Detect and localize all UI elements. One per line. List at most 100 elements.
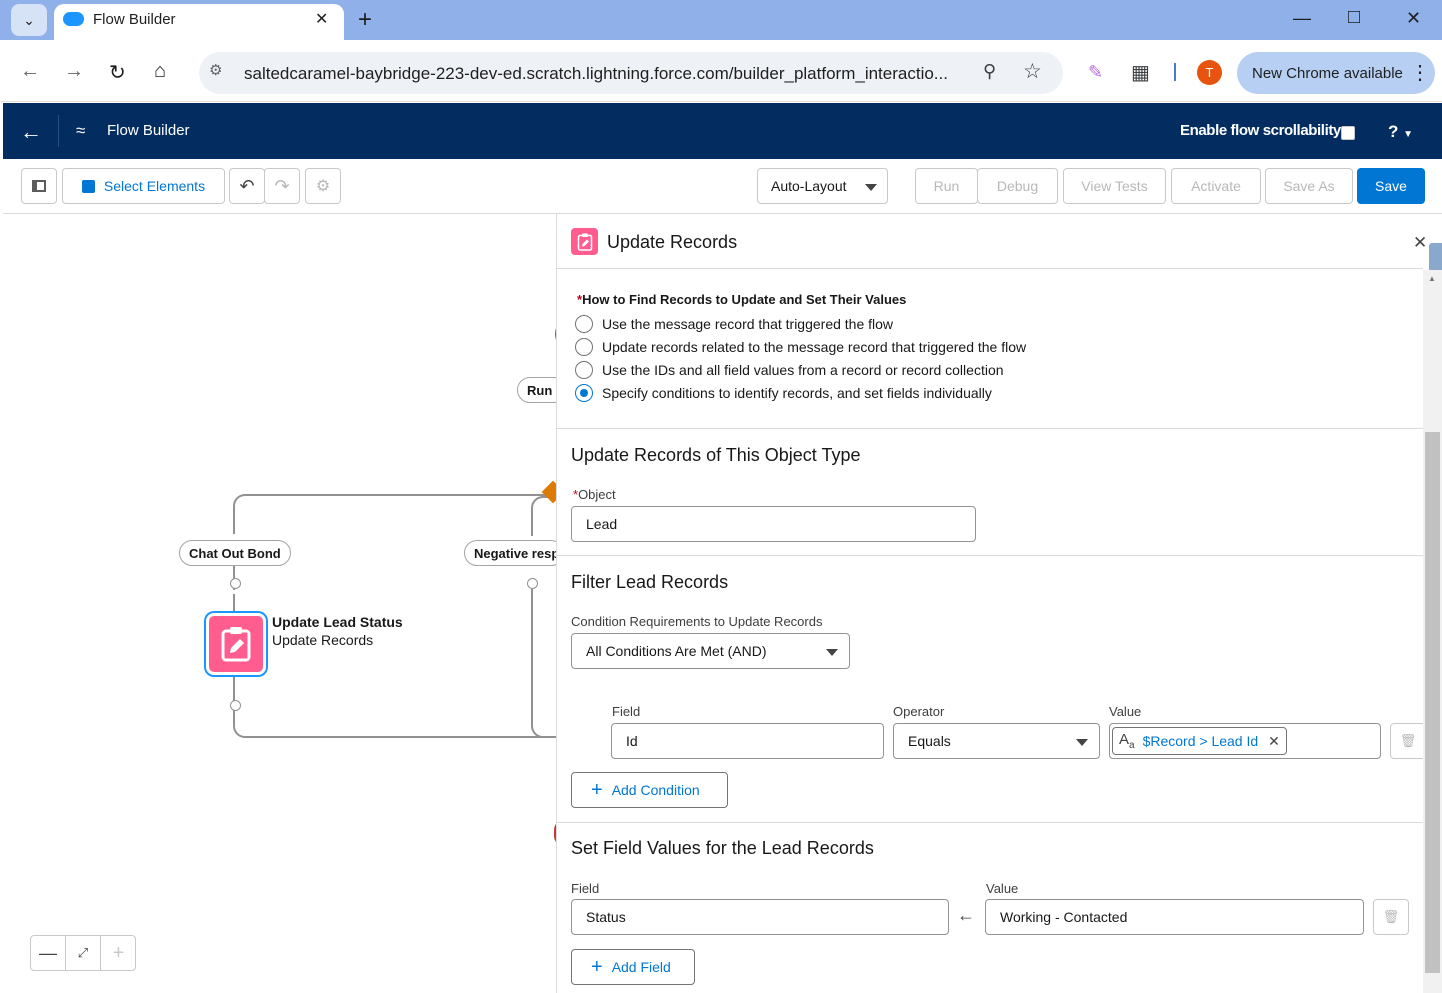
panel-icon	[32, 180, 46, 192]
help-menu[interactable]: ? ▼	[1388, 122, 1413, 142]
update-records-node[interactable]	[206, 613, 266, 675]
chevron-down-icon	[865, 184, 877, 191]
radio-option-message-record[interactable]: Use the message record that triggered th…	[575, 315, 893, 333]
site-info-icon[interactable]: ⚙	[209, 61, 231, 83]
zoom-controls: — ⤢ +	[30, 935, 136, 971]
scroll-up-icon[interactable]: ▲	[1428, 274, 1436, 283]
filter-section-heading: Filter Lead Records	[571, 572, 729, 592]
toggle-panel-button[interactable]	[21, 168, 57, 204]
chrome-update-button[interactable]: New Chrome available	[1237, 52, 1435, 94]
forward-icon[interactable]: →	[64, 60, 84, 83]
branch-label-chat-out-bond[interactable]: Chat Out Bond	[179, 540, 291, 566]
radio-option-ids[interactable]: Use the IDs and all field values from a …	[575, 361, 1004, 379]
zoom-out-button[interactable]: —	[31, 936, 66, 970]
undo-icon: ↶	[239, 175, 255, 196]
branch-label-negative[interactable]: Negative resp	[464, 540, 564, 566]
resource-pill[interactable]: Aa $Record > Lead Id ✕	[1112, 727, 1287, 755]
section-divider	[557, 822, 1423, 823]
condition-operator-label: Operator	[893, 704, 945, 719]
radio-button[interactable]	[575, 338, 593, 356]
panel-close-icon[interactable]: ✕	[1413, 233, 1427, 253]
object-label: *Object	[573, 487, 616, 502]
set-value-label: Value	[986, 881, 1019, 896]
url-text[interactable]: saltedcaramel-baybridge-223-dev-ed.scrat…	[244, 64, 948, 84]
activate-button[interactable]: Activate	[1171, 168, 1261, 204]
scrollability-checkbox[interactable]	[1341, 126, 1355, 140]
condition-field-label: Field	[612, 704, 641, 719]
tab-search-chevron-icon[interactable]: ⌄	[11, 4, 47, 36]
flow-builder-logo-icon: ≈	[76, 121, 86, 140]
radio-label: Use the IDs and all field values from a …	[602, 362, 1004, 378]
profile-avatar[interactable]: T	[1197, 60, 1222, 85]
kebab-menu-icon[interactable]: ⋮	[1410, 60, 1430, 85]
maximize-icon[interactable]: □	[1348, 6, 1360, 29]
pen-icon[interactable]: ✎	[1088, 62, 1103, 83]
help-icon: ?	[1388, 122, 1399, 141]
save-button[interactable]: Save	[1357, 168, 1425, 204]
flow-canvas[interactable]	[3, 214, 575, 993]
set-field-input[interactable]: Status	[571, 899, 949, 935]
radio-button[interactable]	[575, 315, 593, 333]
remove-pill-icon[interactable]: ✕	[1268, 733, 1280, 750]
save-as-button[interactable]: Save As	[1265, 168, 1353, 204]
zoom-in-button[interactable]: +	[101, 936, 136, 970]
trash-icon: 🗑	[1399, 733, 1417, 748]
layout-select[interactable]: Auto-Layout	[757, 168, 888, 204]
panel-side-tab[interactable]	[1429, 243, 1442, 272]
chevron-down-icon	[826, 649, 838, 656]
zoom-icon[interactable]: ⚲	[983, 61, 996, 82]
select-elements-button[interactable]: Select Elements	[62, 168, 225, 204]
connector-dot[interactable]	[230, 700, 241, 711]
debug-button[interactable]: Debug	[977, 168, 1058, 204]
radio-option-related-records[interactable]: Update records related to the message re…	[575, 338, 1026, 356]
condition-field-input[interactable]: Id	[611, 723, 884, 759]
app-title: Flow Builder	[107, 122, 190, 139]
radio-label: Specify conditions to identify records, …	[602, 385, 992, 401]
undo-button[interactable]: ↶	[229, 168, 265, 204]
condition-requirements-select[interactable]: All Conditions Are Met (AND)	[571, 633, 850, 669]
tab-close-icon[interactable]: ✕	[315, 9, 328, 29]
redo-icon: ↷	[274, 175, 290, 196]
node-title: Update Lead Status	[272, 614, 403, 630]
run-button[interactable]: Run	[915, 168, 978, 204]
reload-icon[interactable]: ↻	[109, 60, 126, 85]
condition-operator-select[interactable]: Equals	[893, 723, 1100, 759]
add-condition-label: Add Condition	[611, 782, 700, 798]
toolbar-separator	[1174, 63, 1176, 81]
set-values-section-heading: Set Field Values for the Lead Records	[571, 838, 874, 858]
extensions-icon[interactable]: ▦	[1131, 60, 1150, 85]
back-arrow-icon[interactable]: ←	[20, 119, 42, 145]
set-value-input[interactable]: Working - Contacted	[985, 899, 1364, 935]
window-close-icon[interactable]: ✕	[1406, 8, 1421, 29]
new-tab-plus-icon[interactable]: +	[358, 6, 372, 34]
connector-dot[interactable]	[230, 578, 241, 589]
add-field-button[interactable]: + Add Field	[571, 949, 695, 985]
minimize-icon[interactable]: —	[1293, 8, 1311, 29]
text-type-icon: Aa	[1119, 731, 1135, 751]
fit-view-icon[interactable]: ⤢	[66, 936, 101, 970]
bookmark-star-icon[interactable]: ☆	[1023, 59, 1042, 84]
home-icon[interactable]: ⌂	[154, 60, 166, 83]
update-records-icon	[571, 228, 598, 255]
radio-label: Use the message record that triggered th…	[602, 316, 894, 332]
merge-connector-right	[531, 589, 556, 738]
branch-connector-top	[233, 494, 556, 534]
delete-condition-button[interactable]: 🗑	[1390, 723, 1426, 759]
connector-dot[interactable]	[527, 578, 538, 589]
view-tests-button[interactable]: View Tests	[1063, 168, 1166, 204]
object-input[interactable]: Lead	[571, 506, 976, 542]
panel-title: Update Records	[607, 232, 738, 252]
condition-operator-value: Equals	[908, 733, 951, 749]
radio-button[interactable]	[575, 361, 593, 379]
node-subtitle: Update Records	[272, 632, 374, 648]
plus-icon: +	[591, 778, 603, 801]
panel-scrollbar-thumb[interactable]	[1425, 432, 1440, 973]
radio-button-selected[interactable]	[575, 384, 593, 402]
delete-field-button[interactable]: 🗑	[1373, 899, 1409, 935]
back-icon[interactable]: ←	[20, 60, 40, 83]
add-condition-button[interactable]: + Add Condition	[571, 772, 728, 808]
condition-requirements-value: All Conditions Are Met (AND)	[586, 643, 767, 659]
settings-button[interactable]: ⚙	[305, 168, 341, 204]
radio-option-specify-conditions[interactable]: Specify conditions to identify records, …	[575, 384, 992, 402]
redo-button[interactable]: ↷	[264, 168, 300, 204]
